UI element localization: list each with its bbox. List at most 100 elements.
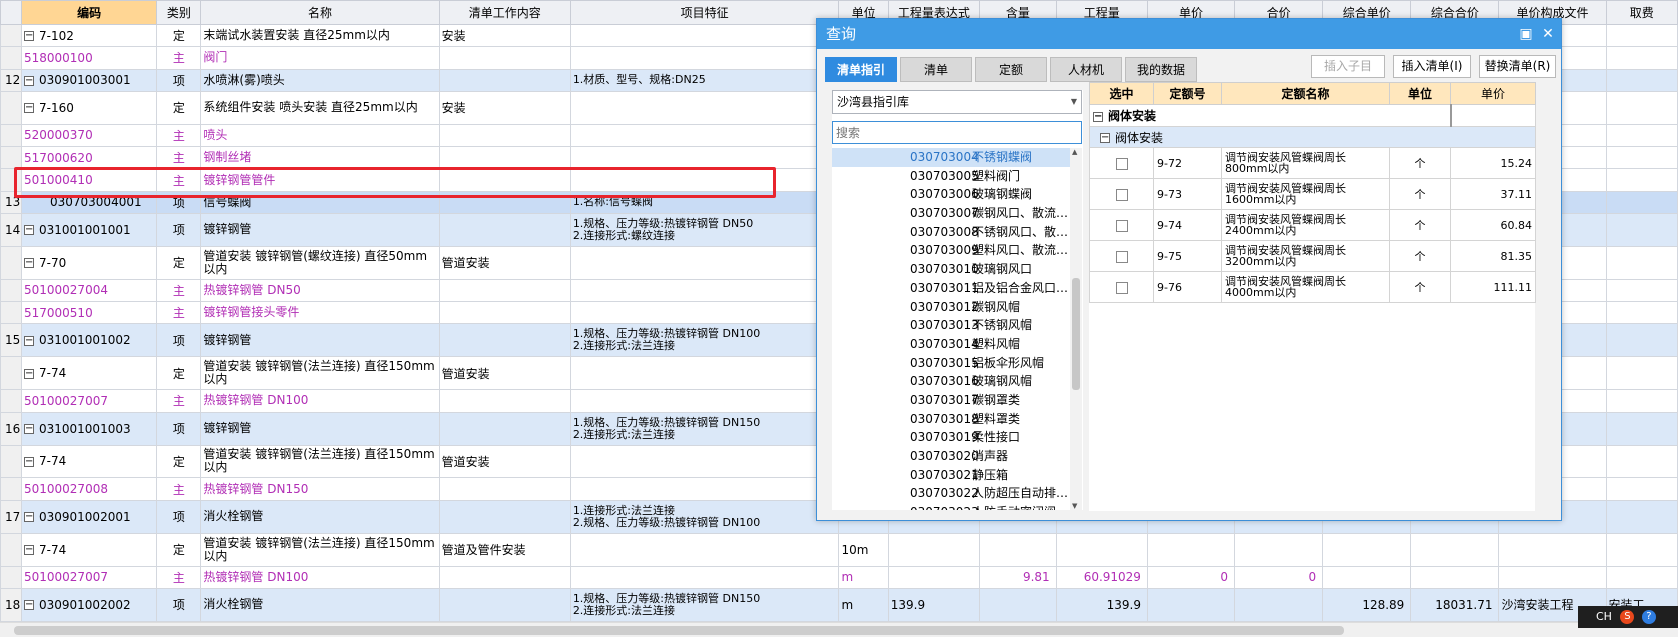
quota-group-row[interactable]: − 阀体安装 bbox=[1089, 104, 1536, 127]
horizontal-scroll-thumb[interactable] bbox=[14, 626, 1344, 635]
cell-fee[interactable] bbox=[1605, 90, 1678, 125]
cell-code[interactable]: −7-160 bbox=[20, 90, 158, 125]
row-number[interactable] bbox=[0, 146, 22, 170]
cell-code[interactable]: −030901002002 bbox=[20, 587, 158, 623]
quota-row[interactable]: 9-76 调节阀安装风管蝶阀周长 4000mm以内个 111.11 bbox=[1089, 271, 1536, 303]
chevron-down-icon[interactable]: ▼ bbox=[1071, 91, 1077, 113]
collapse-icon[interactable]: − bbox=[23, 456, 34, 467]
cell-fee[interactable] bbox=[1605, 477, 1678, 501]
cell-content[interactable]: 9.81 bbox=[979, 565, 1057, 589]
cell-type[interactable]: 主 bbox=[156, 123, 202, 148]
cell-fee[interactable] bbox=[1605, 213, 1678, 247]
cell-type[interactable]: 定 bbox=[156, 90, 202, 125]
cell-expr[interactable]: 139.9 bbox=[887, 587, 981, 623]
cell-unit[interactable]: m bbox=[838, 565, 889, 589]
cell-code[interactable]: −7-74 bbox=[20, 532, 158, 567]
cell-name[interactable]: 管道安装 镀锌钢管(法兰连接) 直径150mm以内 bbox=[200, 532, 440, 567]
cell-feature[interactable] bbox=[569, 565, 840, 589]
cell-work[interactable] bbox=[438, 587, 571, 623]
cell-fee[interactable] bbox=[1605, 245, 1678, 280]
insert-child-button[interactable]: 插入子目 bbox=[1311, 55, 1385, 78]
collapse-icon[interactable]: − bbox=[23, 335, 34, 346]
cell-work[interactable] bbox=[438, 477, 571, 501]
quota-row[interactable]: 9-75 调节阀安装风管蝶阀周长 3200mm以内个 81.35 bbox=[1089, 240, 1536, 272]
maximize-icon[interactable]: ▣ bbox=[1517, 19, 1535, 49]
cell-name[interactable]: 镀锌钢管接头零件 bbox=[200, 301, 440, 325]
cell-fee[interactable] bbox=[1605, 123, 1678, 148]
cell-type[interactable]: 项 bbox=[156, 411, 202, 446]
quota-select-cell[interactable] bbox=[1089, 209, 1154, 241]
cell-feature[interactable] bbox=[569, 245, 840, 280]
scroll-up-icon[interactable]: ▲ bbox=[1072, 148, 1077, 156]
cell-feature[interactable] bbox=[569, 46, 840, 70]
cell-code[interactable]: 030703004001 bbox=[20, 190, 158, 215]
cell-feature[interactable] bbox=[569, 444, 840, 479]
cell-price[interactable] bbox=[1146, 532, 1236, 567]
row-number[interactable] bbox=[0, 444, 22, 479]
cell-code[interactable]: 517000510 bbox=[20, 301, 158, 325]
guide-item[interactable]: 030703015铝板伞形风帽 bbox=[832, 354, 1070, 373]
cell-code[interactable]: 50100027008 bbox=[20, 477, 158, 501]
cell-fee[interactable] bbox=[1605, 444, 1678, 479]
tab-mydata[interactable]: 我的数据 bbox=[1125, 57, 1197, 82]
guide-item[interactable]: 030703012碳钢风帽 bbox=[832, 298, 1070, 317]
cell-expr[interactable] bbox=[887, 532, 981, 567]
cell-feature[interactable] bbox=[569, 123, 840, 148]
cell-price[interactable]: 0 bbox=[1146, 565, 1236, 589]
quota-row[interactable]: 9-72 调节阀安装风管蝶阀周长 800mm以内个 15.24 bbox=[1089, 147, 1536, 179]
guide-item[interactable]: 030703021静压箱 bbox=[832, 466, 1070, 485]
cell-code[interactable]: 50100027007 bbox=[20, 389, 158, 413]
cell-unit[interactable]: m bbox=[838, 587, 889, 623]
cell-code[interactable]: −030901003001 bbox=[20, 68, 158, 92]
guide-item[interactable]: 030703006玻璃钢蝶阀 bbox=[832, 185, 1070, 204]
cell-fee[interactable] bbox=[1605, 356, 1678, 391]
quota-select-cell[interactable] bbox=[1089, 271, 1154, 303]
collapse-icon[interactable]: − bbox=[23, 75, 34, 86]
row-number[interactable] bbox=[0, 389, 22, 413]
cell-unit[interactable]: 10m bbox=[838, 532, 889, 567]
row-number[interactable]: 13 bbox=[0, 190, 22, 215]
cell-name[interactable]: 热镀锌钢管 DN150 bbox=[200, 477, 440, 501]
cell-type[interactable]: 主 bbox=[156, 389, 202, 413]
cell-name[interactable]: 管道安装 镀锌钢管(螺纹连接) 直径50mm以内 bbox=[200, 245, 440, 280]
cell-work[interactable] bbox=[438, 123, 571, 148]
cell-name[interactable]: 热镀锌钢管 DN100 bbox=[200, 565, 440, 589]
guide-item[interactable]: 030703011铝及铝合金风口… bbox=[832, 279, 1070, 298]
cell-work[interactable] bbox=[438, 301, 571, 325]
cell-type[interactable]: 主 bbox=[156, 477, 202, 501]
cell-fee[interactable] bbox=[1605, 68, 1678, 92]
collapse-icon[interactable]: − bbox=[23, 103, 34, 114]
row-number[interactable]: 17 bbox=[0, 499, 22, 534]
guide-item[interactable]: 030703019柔性接口 bbox=[832, 428, 1070, 447]
cell-work[interactable] bbox=[438, 565, 571, 589]
table-row[interactable]: 18−030901002002 项消火栓钢管 1.规格、压力等级:热镀锌钢管 DN1… bbox=[0, 587, 1678, 623]
row-number[interactable] bbox=[0, 565, 22, 589]
guide-item[interactable]: 030703007碳钢风口、散流… bbox=[832, 204, 1070, 223]
guide-item[interactable]: 030703005塑料阀门 bbox=[832, 167, 1070, 186]
row-number[interactable]: 12 bbox=[0, 68, 22, 92]
cell-type[interactable]: 主 bbox=[156, 146, 202, 170]
cell-name[interactable]: 热镀锌钢管 DN50 bbox=[200, 278, 440, 303]
header-code[interactable]: 编码 bbox=[20, 0, 158, 25]
cell-type[interactable]: 主 bbox=[156, 565, 202, 589]
collapse-icon[interactable]: − bbox=[23, 545, 34, 556]
tab-list[interactable]: 清单 bbox=[900, 57, 972, 82]
cell-ctotal[interactable]: 18031.71 bbox=[1410, 587, 1500, 623]
quota-checkbox[interactable] bbox=[1115, 188, 1128, 201]
cell-work[interactable] bbox=[438, 389, 571, 413]
cell-work[interactable] bbox=[438, 278, 571, 303]
cell-name[interactable]: 热镀锌钢管 DN100 bbox=[200, 389, 440, 413]
cell-name[interactable]: 系统组件安装 喷头安装 直径25mm以内 bbox=[200, 90, 440, 125]
cell-work[interactable]: 管道安装 bbox=[438, 444, 571, 479]
cell-type[interactable]: 主 bbox=[156, 278, 202, 303]
row-number[interactable]: 18 bbox=[0, 587, 22, 623]
ime-lang[interactable]: CH bbox=[1596, 610, 1612, 623]
cell-type[interactable]: 定 bbox=[156, 444, 202, 479]
cell-code[interactable]: −7-102 bbox=[20, 23, 158, 48]
header-fee[interactable]: 取费 bbox=[1605, 0, 1678, 25]
cell-qty[interactable] bbox=[1055, 532, 1148, 567]
cell-content[interactable] bbox=[979, 532, 1057, 567]
row-number[interactable] bbox=[0, 477, 22, 501]
cell-ctotal[interactable] bbox=[1410, 565, 1500, 589]
cell-name[interactable]: 水喷淋(雾)喷头 bbox=[200, 68, 440, 92]
